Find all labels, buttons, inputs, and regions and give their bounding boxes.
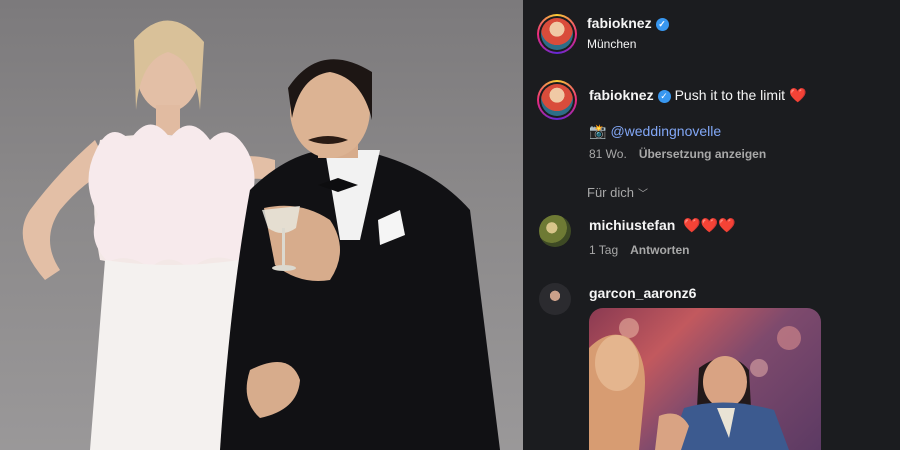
comment-age: 1 Tag xyxy=(589,243,619,257)
caption: fabioknez ✓ Push it to the limit ❤️ xyxy=(589,87,806,104)
camera-icon: 📸 xyxy=(589,123,607,139)
caption-age: 81 Wo. xyxy=(589,147,627,161)
comment-avatar[interactable] xyxy=(539,215,571,247)
comment-row: michiustefan ❤️❤️❤️ xyxy=(589,217,736,234)
comment-gif[interactable] xyxy=(589,308,821,450)
mention-link[interactable]: @weddingnovelle xyxy=(610,123,721,139)
gif-illustration xyxy=(589,318,801,450)
caption-text: Push it to the limit xyxy=(674,87,786,103)
caption-meta: 81 Wo. Übersetzung anzeigen xyxy=(589,147,766,161)
verified-badge-icon: ✓ xyxy=(655,18,669,31)
verified-badge-icon: ✓ xyxy=(657,90,671,103)
author-username-row[interactable]: fabioknez ✓ xyxy=(587,15,669,31)
comment-username[interactable]: garcon_aaronz6 xyxy=(589,285,696,301)
caption-avatar[interactable] xyxy=(537,80,577,120)
comment-avatar[interactable] xyxy=(539,283,571,315)
man-figure xyxy=(220,59,500,450)
post-photo[interactable] xyxy=(0,0,523,450)
comment-meta: 1 Tag Antworten xyxy=(589,243,689,257)
translate-button[interactable]: Übersetzung anzeigen xyxy=(639,147,766,161)
comments-sort-dropdown[interactable]: Für dich ﹀ xyxy=(587,185,648,200)
reply-button[interactable]: Antworten xyxy=(630,243,689,257)
comment-username[interactable]: michiustefan xyxy=(589,217,675,233)
comment-text: ❤️❤️❤️ xyxy=(683,217,736,233)
chevron-down-icon: ﹀ xyxy=(637,189,648,200)
post-sidebar: fabioknez ✓ München fabioknez ✓ Push it to … xyxy=(523,0,900,450)
author-username[interactable]: fabioknez xyxy=(587,15,652,31)
heart-emoji: ❤️ xyxy=(788,87,807,103)
caption-mention-line: 📸 @weddingnovelle xyxy=(589,123,721,140)
post-location[interactable]: München xyxy=(587,37,636,51)
photo-illustration xyxy=(22,20,500,450)
comments-sort-label: Für dich xyxy=(587,185,634,200)
caption-username[interactable]: fabioknez xyxy=(589,87,654,103)
author-avatar[interactable] xyxy=(537,14,577,54)
